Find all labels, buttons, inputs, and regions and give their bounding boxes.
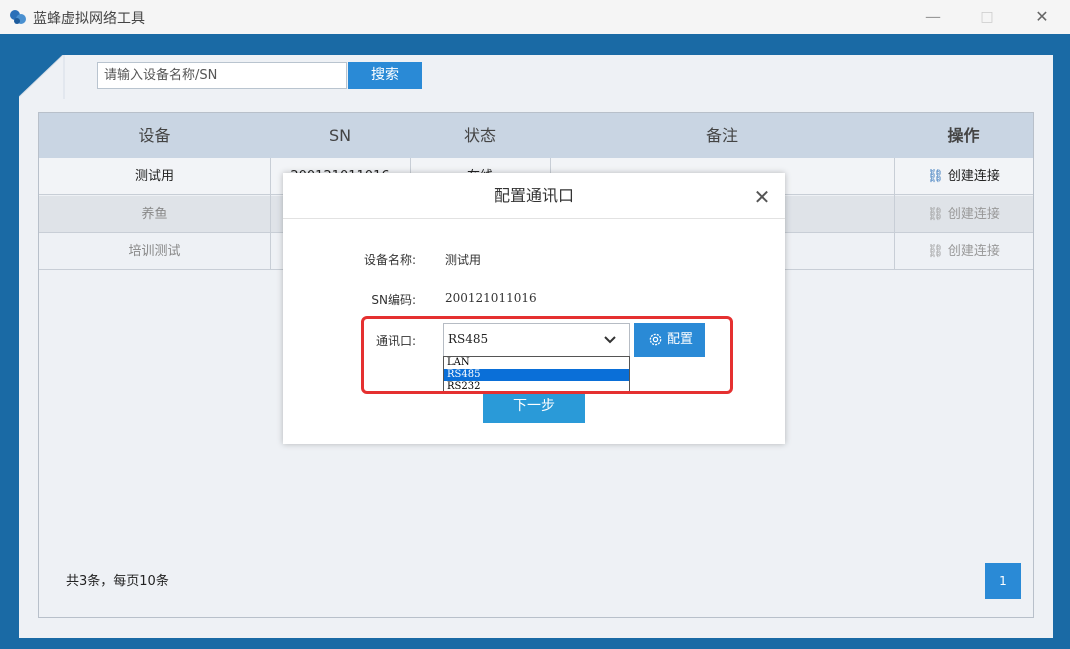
row-device: 培训测试 [128, 244, 181, 259]
create-connection-button[interactable]: ⛓ 创建连接 [894, 158, 1033, 195]
sn-value: 200121011016 [445, 291, 537, 305]
create-connection-label: 创建连接 [947, 169, 1000, 184]
app-logo-icon [10, 10, 26, 24]
link-icon: ⛓ [927, 169, 944, 184]
close-window-button[interactable]: ✕ [1031, 6, 1053, 28]
row-device: 测试用 [134, 169, 174, 184]
column-divider [894, 158, 895, 270]
page-1-button[interactable]: 1 [985, 563, 1021, 599]
dialog-close-button[interactable]: ✕ [750, 185, 774, 209]
window-title: 蓝蜂虚拟网络工具 [33, 11, 145, 27]
minimize-button[interactable]: — [922, 6, 944, 28]
create-connection-label: 创建连接 [947, 244, 1000, 259]
annotation-highlight-box [361, 316, 733, 394]
header-status: 状态 [463, 126, 496, 145]
header-device: 设备 [138, 126, 171, 145]
link-icon: ⛓ [927, 207, 944, 222]
title-bar [0, 0, 1070, 34]
row-device: 养鱼 [141, 207, 168, 222]
panel-corner-fold [19, 55, 65, 99]
search-input[interactable] [97, 62, 347, 89]
maximize-button[interactable]: □ [976, 6, 998, 28]
device-name-label: 设备名称: [363, 253, 416, 267]
create-connection-button[interactable]: ⛓ 创建连接 [894, 233, 1033, 270]
header-sn: SN [328, 126, 352, 145]
create-connection-button[interactable]: ⛓ 创建连接 [894, 196, 1033, 233]
record-count: 共3条，每页10条 [66, 574, 169, 589]
search-button[interactable]: 搜索 [348, 62, 422, 89]
header-note: 备注 [705, 126, 738, 145]
device-name-value: 测试用 [445, 253, 482, 267]
sn-label: SN编码: [371, 293, 416, 307]
create-connection-label: 创建连接 [947, 207, 1000, 222]
next-step-button[interactable]: 下一步 [483, 389, 585, 423]
link-icon: ⛓ [927, 244, 944, 259]
dialog-title: 配置通讯口 [283, 173, 785, 219]
header-action: 操作 [947, 126, 980, 145]
column-divider [270, 158, 271, 270]
